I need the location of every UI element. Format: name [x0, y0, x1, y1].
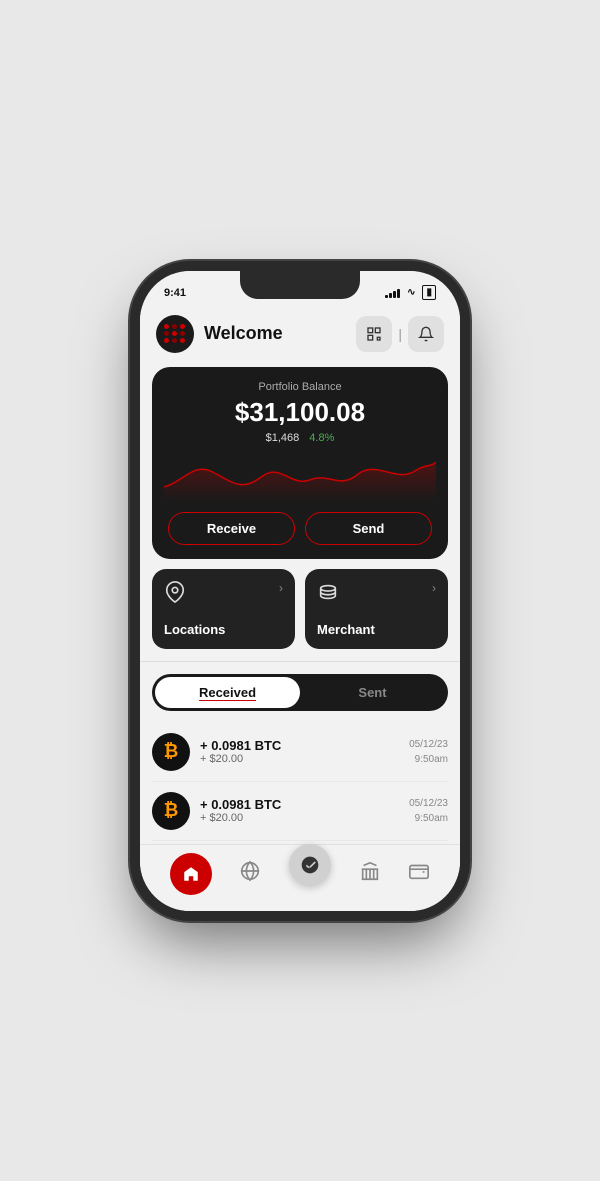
merchant-tile[interactable]: › Merchant	[305, 569, 448, 649]
chart-area	[164, 452, 436, 502]
bitcoin-icon: ₿	[152, 792, 190, 830]
signal-icon	[385, 288, 400, 298]
merchant-chevron-icon: ›	[432, 581, 436, 595]
tx-amount: + 0.0981 BTC	[200, 738, 409, 753]
header-title: Welcome	[204, 323, 283, 344]
stat-value: $1,468	[266, 432, 300, 444]
section-divider	[140, 661, 460, 662]
stat-change: 4.8%	[309, 432, 334, 444]
bottom-nav	[140, 844, 460, 911]
transaction-item[interactable]: ₿ + 0.0981 BTC + $20.00 05/12/23 9:50am	[152, 723, 448, 782]
transaction-list: ₿ + 0.0981 BTC + $20.00 05/12/23 9:50am …	[140, 723, 460, 844]
merchant-coin-icon	[317, 581, 339, 609]
phone-notch	[240, 271, 360, 299]
transaction-item[interactable]: ₿ + 0.0981 BTC + $20.00 05/12/23 9:50am	[152, 782, 448, 841]
status-time: 9:41	[164, 287, 186, 299]
card-actions: Receive Send	[168, 512, 432, 545]
app-content: Welcome |	[140, 307, 460, 844]
tx-amount: + 0.0981 BTC	[200, 797, 409, 812]
home-icon	[170, 853, 212, 895]
scan-button[interactable]	[356, 316, 392, 352]
nav-globe[interactable]	[239, 860, 261, 888]
portfolio-amount: $31,100.08	[168, 397, 432, 428]
portfolio-stats: $1,468 4.8%	[168, 432, 432, 444]
receive-button[interactable]: Receive	[168, 512, 295, 545]
bank-icon	[359, 860, 381, 888]
wallet-icon	[408, 860, 430, 888]
wifi-icon: ∿	[407, 287, 415, 298]
location-pin-icon	[164, 581, 186, 609]
phone-screen: 9:41 ∿ ▮	[140, 271, 460, 911]
merchant-tile-header: ›	[317, 581, 436, 609]
locations-tile-header: ›	[164, 581, 283, 609]
nav-wallet[interactable]	[408, 860, 430, 888]
send-button[interactable]: Send	[305, 512, 432, 545]
globe-icon	[239, 860, 261, 888]
tab-received[interactable]: Received	[155, 677, 300, 708]
header-right: |	[356, 316, 444, 352]
tx-time: 05/12/23 9:50am	[409, 737, 448, 767]
phone-shell: 9:41 ∿ ▮	[140, 271, 460, 911]
tx-usd: + $20.00	[200, 812, 409, 824]
header-divider: |	[396, 326, 404, 342]
tx-details: + 0.0981 BTC + $20.00	[200, 797, 409, 824]
nav-rocket[interactable]	[289, 862, 331, 886]
rocket-icon	[289, 844, 331, 886]
quick-actions: › Locations ›	[152, 569, 448, 649]
merchant-label: Merchant	[317, 622, 436, 637]
locations-label: Locations	[164, 622, 283, 637]
nav-bank[interactable]	[359, 860, 381, 888]
tx-details: + 0.0981 BTC + $20.00	[200, 738, 409, 765]
app-header: Welcome |	[140, 307, 460, 363]
notification-button[interactable]	[408, 316, 444, 352]
locations-chevron-icon: ›	[279, 581, 283, 595]
battery-icon: ▮	[422, 285, 436, 300]
nav-home[interactable]	[170, 853, 212, 895]
header-left: Welcome	[156, 315, 283, 353]
tx-time: 05/12/23 9:50am	[409, 796, 448, 826]
logo-icon	[156, 315, 194, 353]
portfolio-label: Portfolio Balance	[168, 381, 432, 393]
tab-sent[interactable]: Sent	[300, 677, 445, 708]
status-right: ∿ ▮	[385, 285, 436, 300]
tx-usd: + $20.00	[200, 753, 409, 765]
portfolio-card: Portfolio Balance $31,100.08 $1,468 4.8%	[152, 367, 448, 559]
bitcoin-icon: ₿	[152, 733, 190, 771]
tabs-container: Received Sent	[152, 674, 448, 711]
locations-tile[interactable]: › Locations	[152, 569, 295, 649]
